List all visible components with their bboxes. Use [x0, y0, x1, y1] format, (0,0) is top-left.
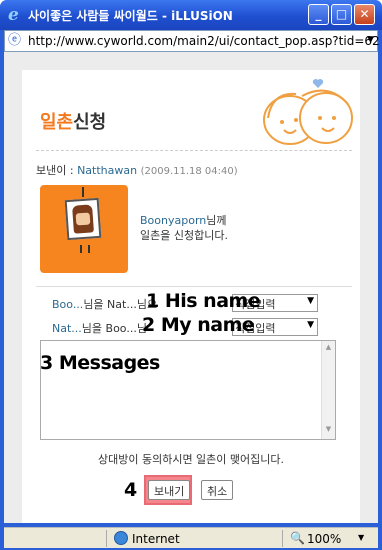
- relation-label-2: Nat...님을 Boo...님: [52, 320, 147, 336]
- browser-window: e 사이좋은 사람들 싸이월드 - iLLUSiON _ □ ✕ ⓔ http:…: [0, 0, 382, 550]
- zoom-dropdown-icon[interactable]: ▼: [358, 533, 364, 542]
- avatar-frame: [64, 197, 102, 241]
- sender-line: 보낸이 : Natthawan (2009.11.18 04:40): [36, 162, 238, 178]
- zoom-icon[interactable]: 🔍: [290, 531, 305, 545]
- annotation-his-name: 1 His name: [146, 290, 261, 312]
- avatar-cord: [82, 187, 84, 197]
- divider: [36, 286, 352, 287]
- textarea-scrollbar[interactable]: ▲ ▼: [321, 341, 335, 439]
- couple-illustration-icon: [263, 79, 353, 145]
- dropdown-arrow-icon[interactable]: ▼: [307, 296, 314, 306]
- recipient-suffix: 님께: [206, 214, 227, 227]
- annotation-send: 4: [124, 479, 137, 501]
- row1-middle: 님을 Nat...: [83, 298, 137, 311]
- send-button[interactable]: 보내기: [148, 480, 191, 500]
- address-url[interactable]: http://www.cyworld.com/main2/ui/contact_…: [28, 34, 380, 48]
- sender-label: 보낸이 :: [36, 164, 74, 177]
- page-icon: ⓔ: [8, 33, 22, 48]
- relation-label-1: Boo...님을 Nat...님으: [52, 296, 157, 312]
- logo-part2: 신청: [73, 112, 107, 133]
- cancel-button[interactable]: 취소: [201, 480, 234, 500]
- minimize-button[interactable]: _: [308, 4, 329, 25]
- sender-date: (2009.11.18 04:40): [140, 166, 238, 177]
- close-button[interactable]: ✕: [354, 4, 375, 25]
- status-divider: [282, 530, 283, 547]
- page-content: 일촌신청 보낸이 : Natthawan (2009.11.18 04:40): [4, 52, 378, 523]
- request-text: 일촌을 신청합니다.: [140, 229, 228, 242]
- window-title: 사이좋은 사람들 싸이월드 - iLLUSiON: [28, 9, 233, 23]
- zoom-level[interactable]: 100%: [307, 532, 341, 546]
- request-message: Boonyaporn님께 일촌을 신청합니다.: [140, 213, 228, 243]
- row2-name-a: Nat...: [52, 322, 82, 335]
- scroll-down-icon[interactable]: ▼: [323, 425, 334, 437]
- sender-name[interactable]: Natthawan: [77, 164, 137, 177]
- status-divider: [106, 530, 107, 547]
- row1-name-a: Boo...: [52, 298, 84, 311]
- divider: [36, 150, 352, 151]
- avatar: [40, 185, 128, 273]
- row2-middle: 님을 Boo...: [81, 322, 137, 335]
- maximize-button[interactable]: □: [331, 4, 352, 25]
- avatar-legs: [80, 245, 90, 253]
- recipient-name[interactable]: Boonyaporn: [140, 214, 206, 227]
- annotation-my-name: 2 My name: [142, 314, 255, 336]
- logo-part1: 일촌: [40, 112, 74, 133]
- avatar-face-icon: [72, 204, 94, 234]
- notice-text: 상대방이 동의하시면 일촌이 맺어집니다.: [97, 453, 285, 466]
- address-bar[interactable]: ⓔ http://www.cyworld.com/main2/ui/contac…: [4, 30, 380, 52]
- scroll-up-icon[interactable]: ▲: [323, 343, 334, 355]
- annotation-messages: 3 Messages: [40, 352, 160, 374]
- internet-explorer-icon: e: [8, 5, 19, 25]
- dropdown-arrow-icon[interactable]: ▼: [307, 320, 314, 330]
- globe-icon: [114, 531, 128, 545]
- security-zone: Internet: [132, 532, 180, 546]
- status-bar: Internet 🔍 100% ▼: [4, 527, 378, 548]
- popup-logo: 일촌신청: [40, 108, 106, 134]
- friend-request-card: 일촌신청 보낸이 : Natthawan (2009.11.18 04:40): [22, 70, 360, 523]
- address-dropdown-icon[interactable]: ▼: [367, 35, 374, 45]
- title-bar: e 사이좋은 사람들 싸이월드 - iLLUSiON _ □ ✕: [0, 0, 382, 30]
